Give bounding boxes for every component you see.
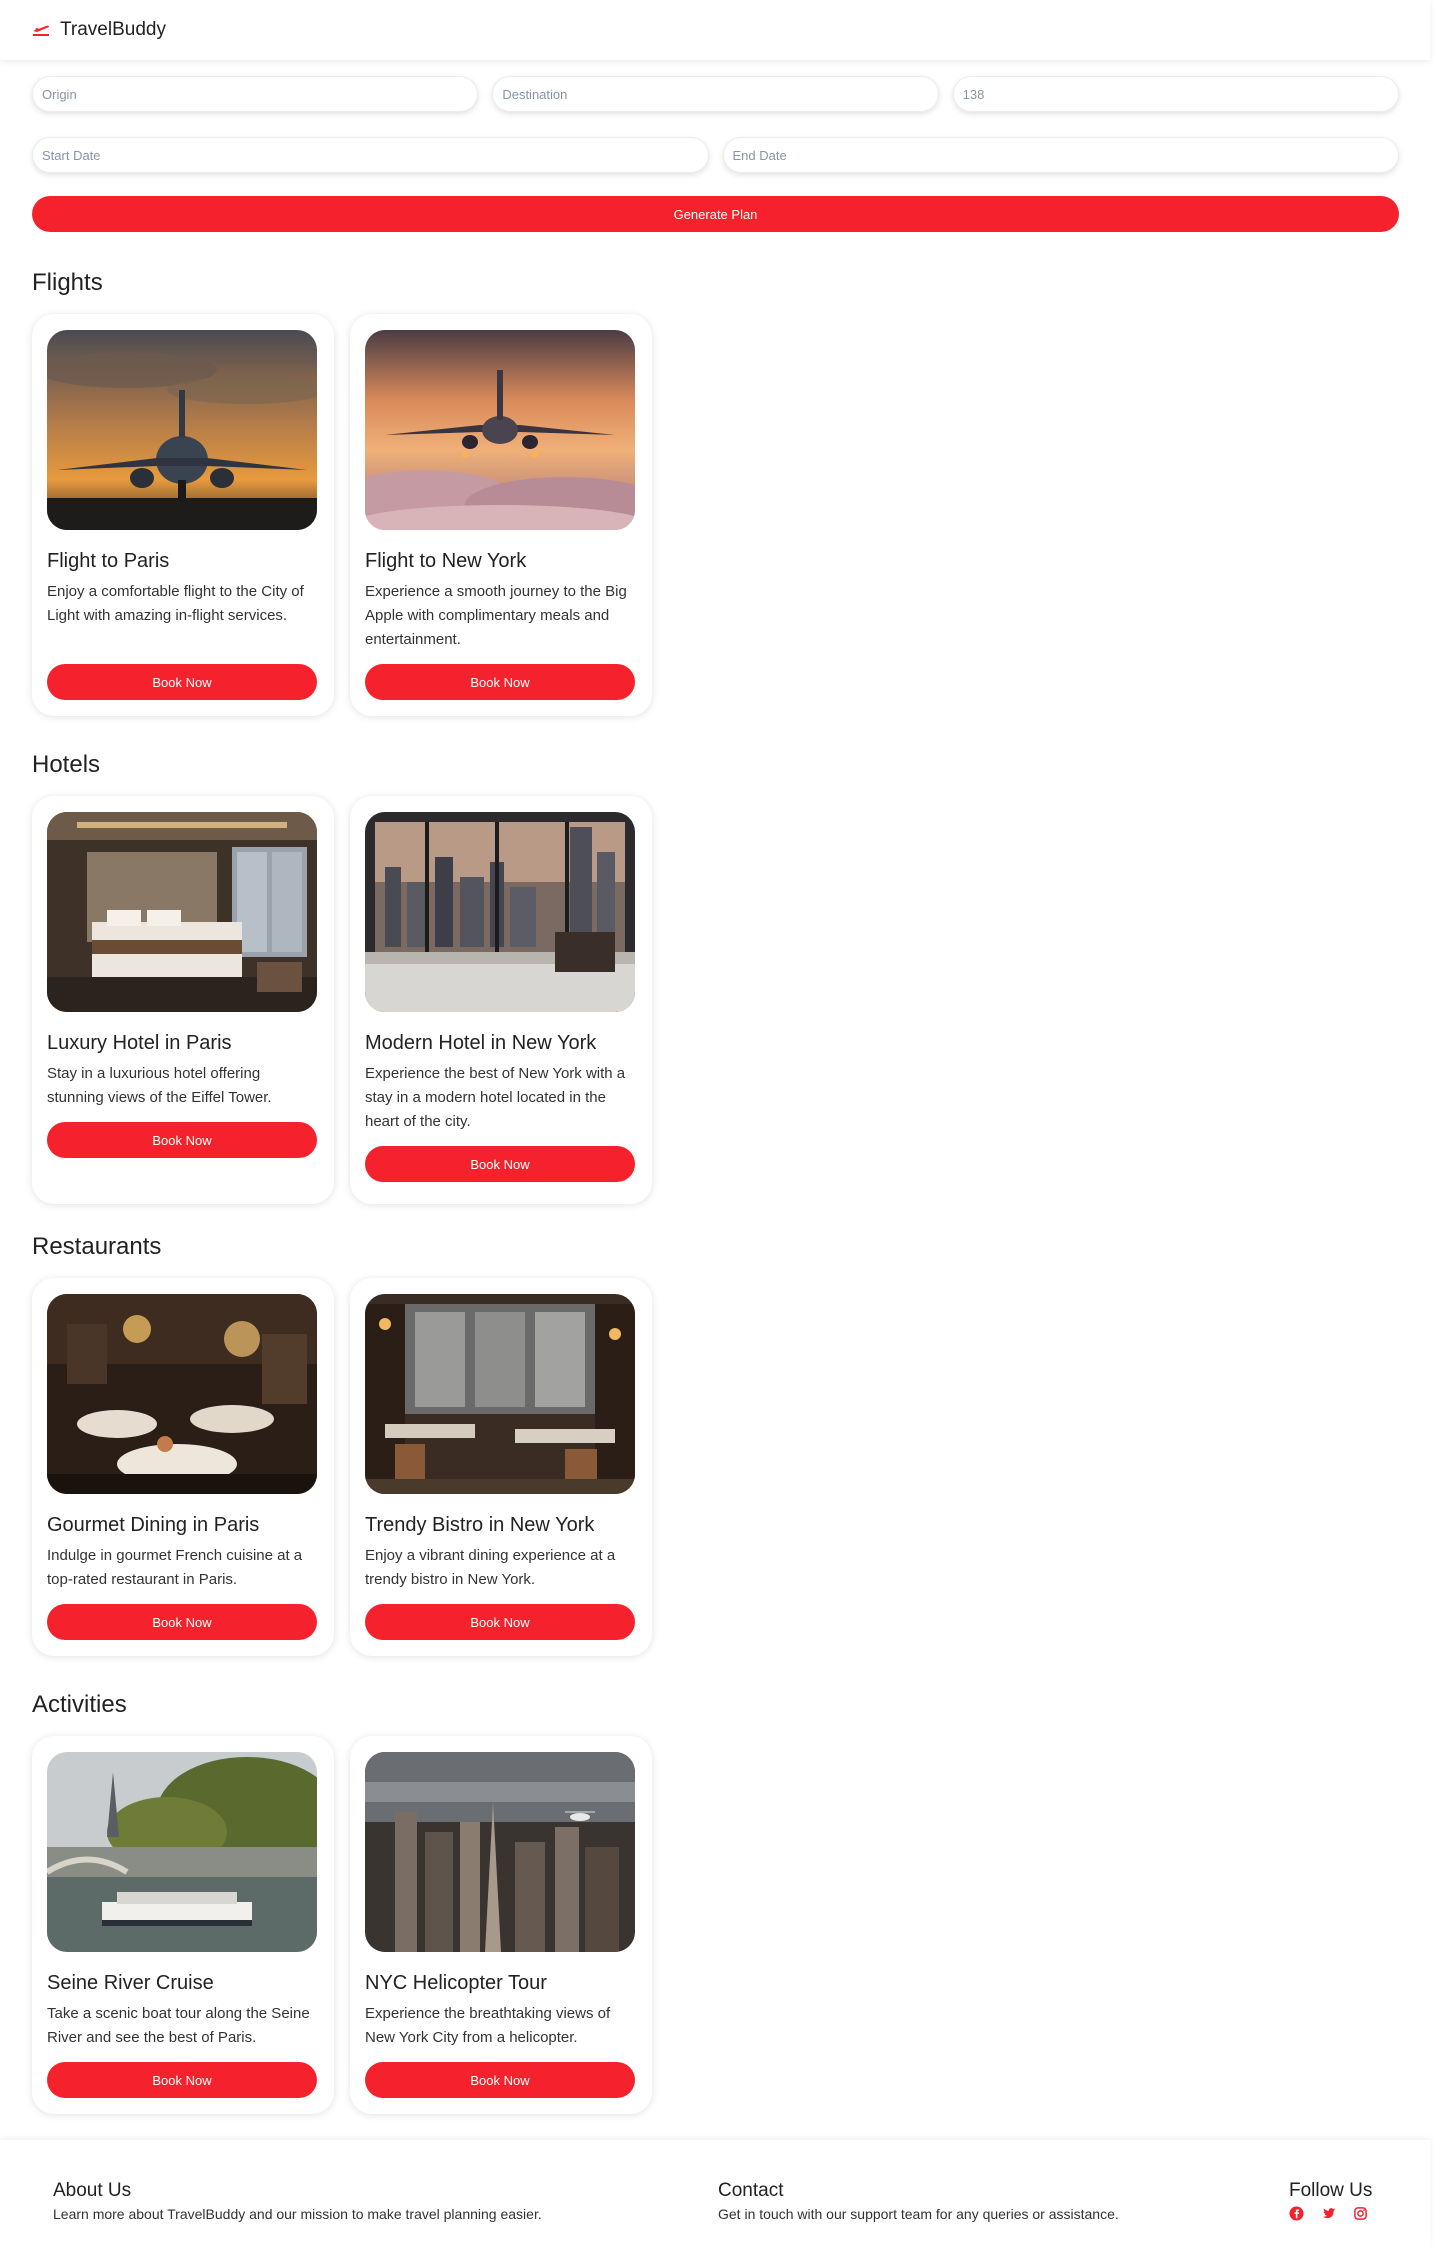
card-description: Experience the breathtaking views of New…	[365, 2005, 611, 2046]
card-description: Enjoy a vibrant dining experience at a t…	[365, 1547, 616, 1588]
airplane-clouds-photo	[365, 330, 635, 530]
card-flight-new-york: Flight to New York Experience a smooth j…	[350, 314, 652, 716]
footer-follow-title: Follow Us	[1289, 2180, 1373, 2201]
book-now-button[interactable]: Book Now	[365, 2062, 635, 2098]
card-flight-paris: Flight to Paris Enjoy a comfortable flig…	[32, 314, 334, 716]
hotel-room-photo	[47, 812, 317, 1012]
card-description: Enjoy a comfortable flight to the City o…	[47, 583, 304, 624]
section-restaurants: Restaurants Gourmet Dining in Paris Indu…	[32, 1232, 652, 1656]
card-title: Luxury Hotel in Paris	[47, 1032, 232, 1054]
card-title: Modern Hotel in New York	[365, 1032, 597, 1054]
card-description: Experience a smooth journey to the Big A…	[365, 583, 627, 648]
card-title: Trendy Bistro in New York	[365, 1514, 595, 1536]
card-title: Gourmet Dining in Paris	[47, 1514, 260, 1536]
nyc-aerial-photo	[365, 1752, 635, 1952]
book-now-button[interactable]: Book Now	[47, 1604, 317, 1640]
footer-about: About Us Learn more about TravelBuddy an…	[53, 2180, 542, 2223]
book-now-button[interactable]: Book Now	[47, 2062, 317, 2098]
book-now-button[interactable]: Book Now	[365, 664, 635, 700]
card-restaurant-paris: Gourmet Dining in Paris Indulge in gourm…	[32, 1278, 334, 1656]
book-now-button[interactable]: Book Now	[47, 664, 317, 700]
bistro-interior-photo	[365, 1294, 635, 1494]
section-title: Restaurants	[32, 1233, 162, 1260]
brand-name[interactable]: TravelBuddy	[60, 19, 166, 41]
origin-input[interactable]	[32, 76, 479, 112]
card-hotel-paris: Luxury Hotel in Paris Stay in a luxuriou…	[32, 796, 334, 1204]
card-title: Flight to Paris	[47, 550, 170, 572]
card-description: Experience the best of New York with a s…	[365, 1065, 626, 1130]
twitter-icon[interactable]	[1321, 2206, 1336, 2221]
river-cruise-photo	[47, 1752, 317, 1952]
card-activity-helicopter: NYC Helicopter Tour Experience the breat…	[350, 1736, 652, 2114]
top-bar: TravelBuddy	[0, 0, 1430, 60]
footer-follow: Follow Us	[1289, 2180, 1372, 2221]
card-title: Flight to New York	[365, 550, 527, 572]
section-title: Flights	[32, 269, 103, 296]
start-date-input[interactable]	[32, 137, 709, 173]
book-now-button[interactable]: Book Now	[365, 1604, 635, 1640]
card-restaurant-new-york: Trendy Bistro in New York Enjoy a vibran…	[350, 1278, 652, 1656]
budget-input[interactable]	[952, 76, 1399, 112]
generate-plan-button[interactable]: Generate Plan	[32, 196, 1399, 232]
book-now-button[interactable]: Book Now	[47, 1122, 317, 1158]
restaurant-interior-photo	[47, 1294, 317, 1494]
section-activities: Activities Seine River Cruise Take a sce…	[32, 1690, 652, 2114]
section-title: Activities	[32, 1691, 127, 1718]
instagram-icon[interactable]	[1353, 2206, 1368, 2221]
card-description: Indulge in gourmet French cuisine at a t…	[47, 1547, 303, 1588]
card-hotel-new-york: Modern Hotel in New York Experience the …	[350, 796, 652, 1204]
footer-contact: Contact Get in touch with our support te…	[718, 2180, 1119, 2223]
book-now-button[interactable]: Book Now	[365, 1146, 635, 1182]
plane-departure-icon	[32, 23, 50, 37]
card-title: NYC Helicopter Tour	[365, 1972, 547, 1994]
end-date-input[interactable]	[722, 137, 1399, 173]
footer-about-title[interactable]: About Us	[53, 2180, 542, 2202]
card-activity-seine: Seine River Cruise Take a scenic boat to…	[32, 1736, 334, 2114]
footer: About Us Learn more about TravelBuddy an…	[0, 2140, 1430, 2246]
airplane-sunset-photo	[47, 330, 317, 530]
section-title: Hotels	[32, 751, 101, 778]
footer-contact-text: Get in touch with our support team for a…	[718, 2206, 1119, 2222]
card-description: Take a scenic boat tour along the Seine …	[47, 2005, 310, 2046]
card-description: Stay in a luxurious hotel offering stunn…	[47, 1065, 272, 1106]
section-flights: Flights Flight to Paris Enjoy a comforta…	[32, 268, 652, 716]
footer-about-text: Learn more about TravelBuddy and our mis…	[53, 2206, 542, 2222]
hotel-city-view-photo	[365, 812, 635, 1012]
facebook-icon[interactable]	[1289, 2206, 1304, 2221]
card-title: Seine River Cruise	[47, 1972, 214, 1994]
section-hotels: Hotels Luxury Hotel in Paris Stay in a l…	[32, 750, 652, 1204]
trip-planner-form: Generate Plan	[32, 76, 1399, 232]
footer-contact-title[interactable]: Contact	[718, 2180, 1119, 2202]
destination-input[interactable]	[492, 76, 939, 112]
